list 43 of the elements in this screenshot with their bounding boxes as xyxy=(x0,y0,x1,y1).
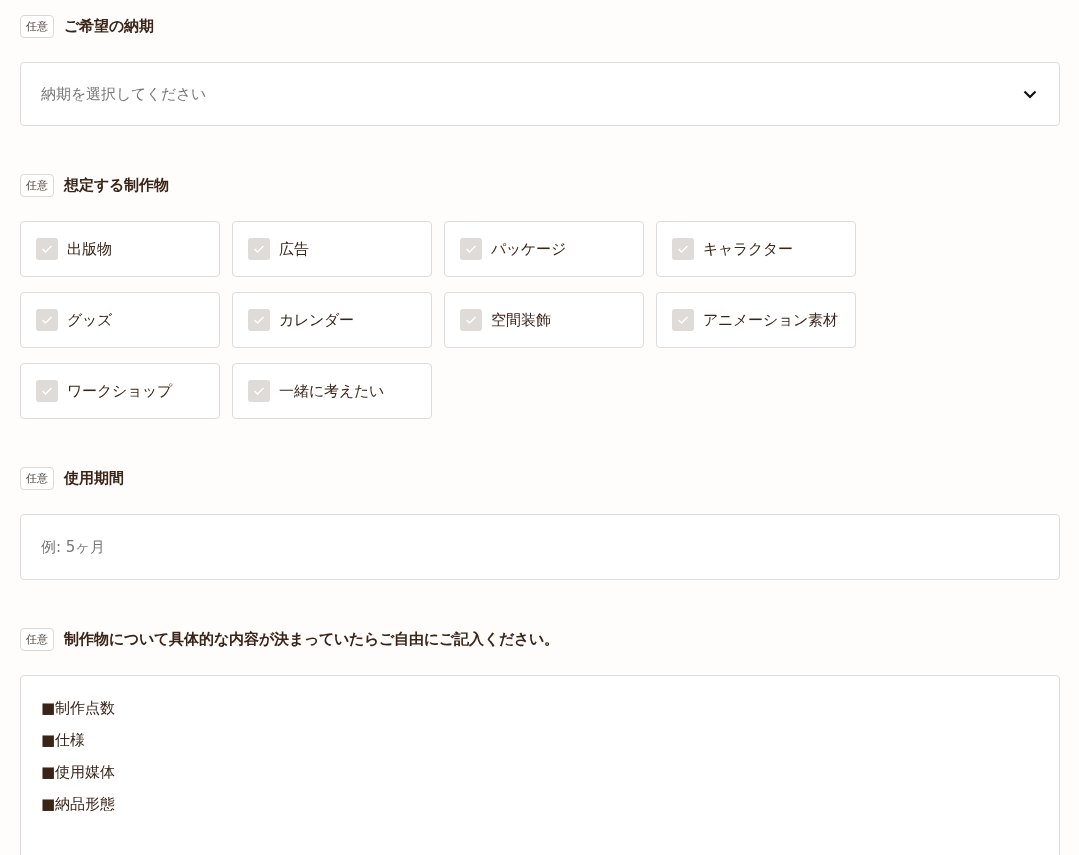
check-icon xyxy=(41,386,53,396)
textarea-field[interactable]: ■制作点数 ■仕様 ■使用媒体 ■納品形態 xyxy=(20,675,1060,855)
optional-badge: 任意 xyxy=(20,174,54,197)
checkbox[interactable] xyxy=(248,380,270,402)
optional-badge: 任意 xyxy=(20,467,54,490)
checkbox-option[interactable]: 空間装飾 xyxy=(444,292,644,348)
checkbox-option[interactable]: 広告 xyxy=(232,221,432,277)
field-label: 想定する制作物 xyxy=(64,176,169,195)
checkbox-option[interactable]: グッズ xyxy=(20,292,220,348)
input-field[interactable]: 例: 5ヶ月 xyxy=(20,514,1060,580)
checkbox-option[interactable]: キャラクター xyxy=(656,221,856,277)
chevron-down-icon xyxy=(1023,89,1037,99)
checkbox[interactable] xyxy=(672,238,694,260)
checkbox[interactable] xyxy=(248,238,270,260)
check-icon xyxy=(41,315,53,325)
checkbox[interactable] xyxy=(36,380,58,402)
field-label: ご希望の納期 xyxy=(64,17,154,36)
optional-badge: 任意 xyxy=(20,628,54,651)
checkbox-option[interactable]: アニメーション素材 xyxy=(656,292,856,348)
checkbox-option[interactable]: 一緒に考えたい xyxy=(232,363,432,419)
check-icon xyxy=(253,386,265,396)
check-icon xyxy=(253,244,265,254)
checkbox-option[interactable]: カレンダー xyxy=(232,292,432,348)
checkbox[interactable] xyxy=(36,309,58,331)
checkbox-option[interactable]: ワークショップ xyxy=(20,363,220,419)
checkbox[interactable] xyxy=(36,238,58,260)
select-placeholder: 納期を選択してください xyxy=(41,84,206,104)
checkbox-option[interactable]: 出版物 xyxy=(20,221,220,277)
check-icon xyxy=(465,244,477,254)
field-label: 使用期間 xyxy=(64,469,124,488)
check-icon xyxy=(465,315,477,325)
checkbox[interactable] xyxy=(672,309,694,331)
check-icon xyxy=(41,244,53,254)
field-label: 制作物について具体的な内容が決まっていたらご自由にご記入ください。 xyxy=(64,630,559,649)
checkbox[interactable] xyxy=(460,309,482,331)
select-field[interactable]: 納期を選択してください xyxy=(20,62,1060,126)
check-icon xyxy=(677,315,689,325)
check-icon xyxy=(677,244,689,254)
optional-badge: 任意 xyxy=(20,15,54,38)
check-icon xyxy=(253,315,265,325)
checkbox-option[interactable]: パッケージ xyxy=(444,221,644,277)
checkbox[interactable] xyxy=(460,238,482,260)
checkbox[interactable] xyxy=(248,309,270,331)
